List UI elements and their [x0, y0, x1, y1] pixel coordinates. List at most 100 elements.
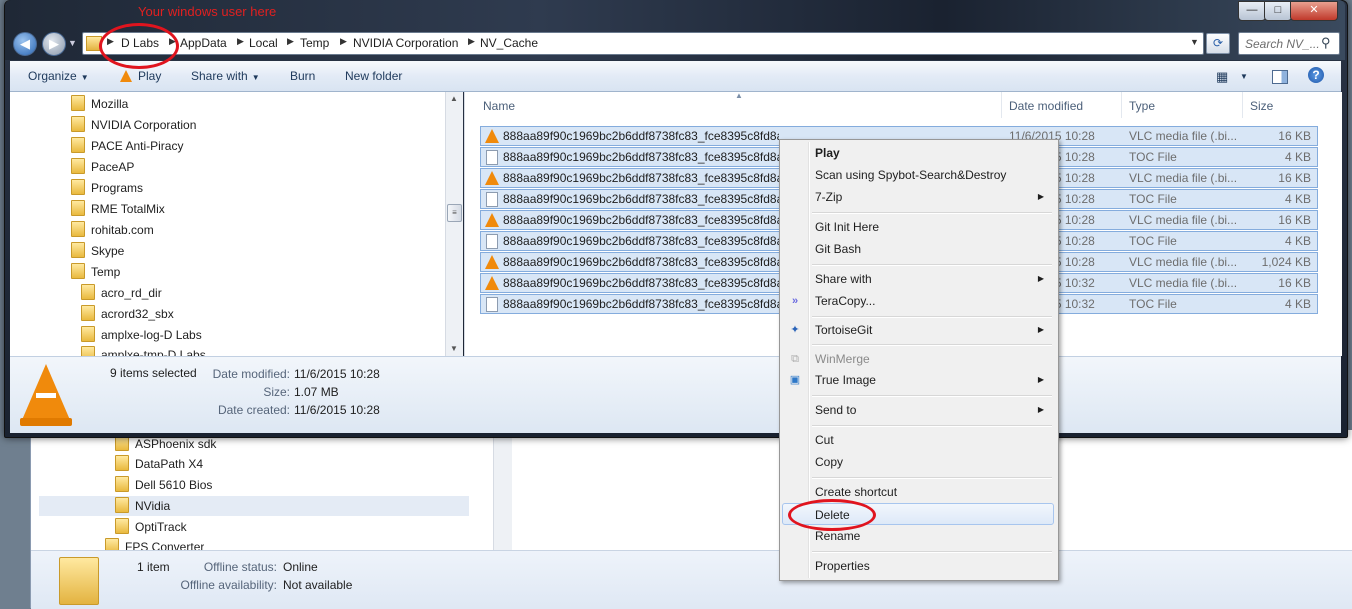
bg-tree-item[interactable]: OptiTrack	[115, 517, 187, 537]
tree-item-amplxe-log[interactable]: amplxe-log-D Labs	[81, 325, 202, 345]
folder-icon	[71, 116, 85, 132]
play-button[interactable]: Play	[120, 69, 161, 83]
size-label: Size:	[263, 385, 290, 399]
tree-item-label: PACE Anti-Piracy	[91, 139, 184, 153]
tree-item-mozilla[interactable]: Mozilla	[71, 94, 128, 114]
vlc-icon-stripe	[36, 393, 56, 398]
tree-item-pace[interactable]: PACE Anti-Piracy	[71, 136, 183, 156]
tree-item-label: amplxe-log-D Labs	[101, 328, 202, 342]
bg-tree-label: FPS Converter	[125, 540, 205, 550]
refresh-button[interactable]: ⟳	[1206, 33, 1230, 54]
breadcrumb-temp[interactable]: Temp	[300, 36, 329, 50]
column-divider[interactable]	[1242, 92, 1243, 118]
submenu-arrow-icon: ▶	[1037, 274, 1044, 283]
menu-item-label: WinMerge	[815, 352, 870, 366]
preview-pane-icon[interactable]	[1272, 70, 1288, 84]
tree-item-rohitab[interactable]: rohitab.com	[71, 220, 154, 240]
menu-item-tortoisegit[interactable]: ✦ TortoiseGit ▶	[782, 319, 1054, 341]
scroll-up-icon[interactable]: ▲	[450, 94, 458, 103]
column-header-type[interactable]: Type	[1129, 99, 1155, 113]
menu-item-true-image[interactable]: ▣ True Image ▶	[782, 369, 1054, 391]
sort-ascending-icon: ▲	[735, 91, 743, 100]
burn-button[interactable]: Burn	[290, 69, 315, 83]
menu-separator	[812, 264, 1052, 266]
menu-item-label: 7-Zip	[815, 190, 843, 204]
selection-count: 9 items selected	[110, 366, 197, 380]
scroll-thumb[interactable]: ≡	[447, 204, 462, 222]
tree-item-amplxe-tmp[interactable]: amplxe-tmp-D Labs	[81, 346, 206, 356]
folder-icon	[71, 179, 85, 195]
address-dropdown-icon[interactable]: ▼	[1190, 37, 1199, 47]
tree-item-label: amplxe-tmp-D Labs	[101, 348, 206, 356]
menu-item-share-with[interactable]: Share with ▶	[782, 268, 1054, 290]
vlc-icon	[22, 364, 70, 420]
column-header-size[interactable]: Size	[1250, 99, 1273, 113]
address-bar[interactable]: ▶ D Labs ▶ AppData ▶ Local ▶ Temp ▶ NVID…	[82, 32, 1204, 55]
folder-icon	[81, 346, 95, 356]
chevron-right-icon[interactable]: ▶	[340, 36, 347, 47]
tree-item-nvidia[interactable]: NVIDIA Corporation	[71, 115, 196, 135]
forward-button[interactable]: ▶	[42, 32, 66, 56]
breadcrumb-appdata[interactable]: AppData	[180, 36, 227, 50]
maximize-button[interactable]: □	[1264, 1, 1292, 21]
minimize-button[interactable]: —	[1238, 1, 1266, 21]
bg-scrollbar[interactable]	[493, 430, 512, 550]
column-divider[interactable]	[1001, 92, 1002, 118]
views-icon[interactable]: ▦	[1216, 69, 1228, 85]
search-box[interactable]: Search NV_... ⚲	[1238, 32, 1340, 55]
file-name: 888aa89f90c1969bc2b6ddf8738fc83_fce8395c…	[503, 255, 779, 269]
tree-item-acro-rd[interactable]: acro_rd_dir	[81, 283, 162, 303]
menu-item-7zip[interactable]: 7-Zip ▶	[782, 186, 1054, 208]
menu-item-cut[interactable]: Cut	[782, 429, 1054, 451]
navigation-pane: Mozilla NVIDIA Corporation PACE Anti-Pir…	[10, 92, 462, 356]
bg-tree-item[interactable]: Dell 5610 Bios	[115, 475, 212, 495]
new-folder-button[interactable]: New folder	[345, 69, 402, 83]
menu-item-properties[interactable]: Properties	[782, 555, 1054, 577]
share-with-button[interactable]: Share with ▼	[191, 69, 260, 83]
help-icon[interactable]: ?	[1308, 67, 1324, 83]
menu-item-label: Git Bash	[815, 242, 862, 256]
menu-separator	[812, 551, 1052, 553]
menu-item-send-to[interactable]: Send to ▶	[782, 399, 1054, 421]
tree-item-skype[interactable]: Skype	[71, 241, 124, 261]
document-icon	[486, 234, 498, 249]
menu-separator	[812, 212, 1052, 214]
true-image-icon: ▣	[789, 374, 801, 386]
search-icon[interactable]: ⚲	[1321, 35, 1331, 51]
tree-item-paceap[interactable]: PaceAP	[71, 157, 134, 177]
chevron-right-icon[interactable]: ▶	[468, 36, 475, 47]
search-input[interactable]: Search NV_...	[1245, 37, 1320, 51]
tree-item-rme[interactable]: RME TotalMix	[71, 199, 165, 219]
organize-label: Organize	[28, 69, 77, 83]
recent-pages-dropdown[interactable]: ▼	[68, 38, 77, 48]
close-button[interactable]: ✕	[1290, 1, 1338, 21]
chevron-down-icon[interactable]: ▼	[1240, 72, 1248, 81]
tree-item-acrord32[interactable]: acrord32_sbx	[81, 304, 174, 324]
tree-item-programs[interactable]: Programs	[71, 178, 143, 198]
breadcrumb-nvidia[interactable]: NVIDIA Corporation	[353, 36, 458, 50]
bg-tree-item-selected[interactable]: NVidia	[39, 496, 469, 516]
column-header-name[interactable]: Name	[483, 99, 515, 113]
menu-item-git-init[interactable]: Git Init Here	[782, 216, 1054, 238]
chevron-right-icon[interactable]: ▶	[237, 36, 244, 47]
folder-icon	[71, 242, 85, 258]
organize-button[interactable]: Organize ▼	[28, 69, 89, 83]
menu-separator	[812, 344, 1052, 346]
menu-item-git-bash[interactable]: Git Bash	[782, 238, 1054, 260]
bg-tree-item[interactable]: DataPath X4	[115, 454, 203, 474]
breadcrumb-local[interactable]: Local	[249, 36, 278, 50]
menu-item-teracopy[interactable]: » TeraCopy...	[782, 290, 1054, 312]
chevron-right-icon[interactable]: ▶	[287, 36, 294, 47]
tree-item-temp[interactable]: Temp	[71, 262, 120, 282]
scroll-down-icon[interactable]: ▼	[450, 344, 458, 353]
bg-tree-item[interactable]: FPS Converter	[105, 538, 204, 550]
menu-item-copy[interactable]: Copy	[782, 451, 1054, 473]
menu-item-play[interactable]: Play	[782, 142, 1054, 164]
menu-item-spybot[interactable]: Scan using Spybot-Search&Destroy	[782, 164, 1054, 186]
column-header-date[interactable]: Date modified	[1009, 99, 1083, 113]
back-button[interactable]: ◀	[13, 32, 37, 56]
nav-scrollbar[interactable]: ▲ ≡ ▼	[445, 92, 463, 356]
background-explorer-window: ASPhoenix sdk DataPath X4 Dell 5610 Bios…	[30, 430, 1352, 609]
column-divider[interactable]	[1121, 92, 1122, 118]
breadcrumb-nv-cache[interactable]: NV_Cache	[480, 36, 538, 50]
